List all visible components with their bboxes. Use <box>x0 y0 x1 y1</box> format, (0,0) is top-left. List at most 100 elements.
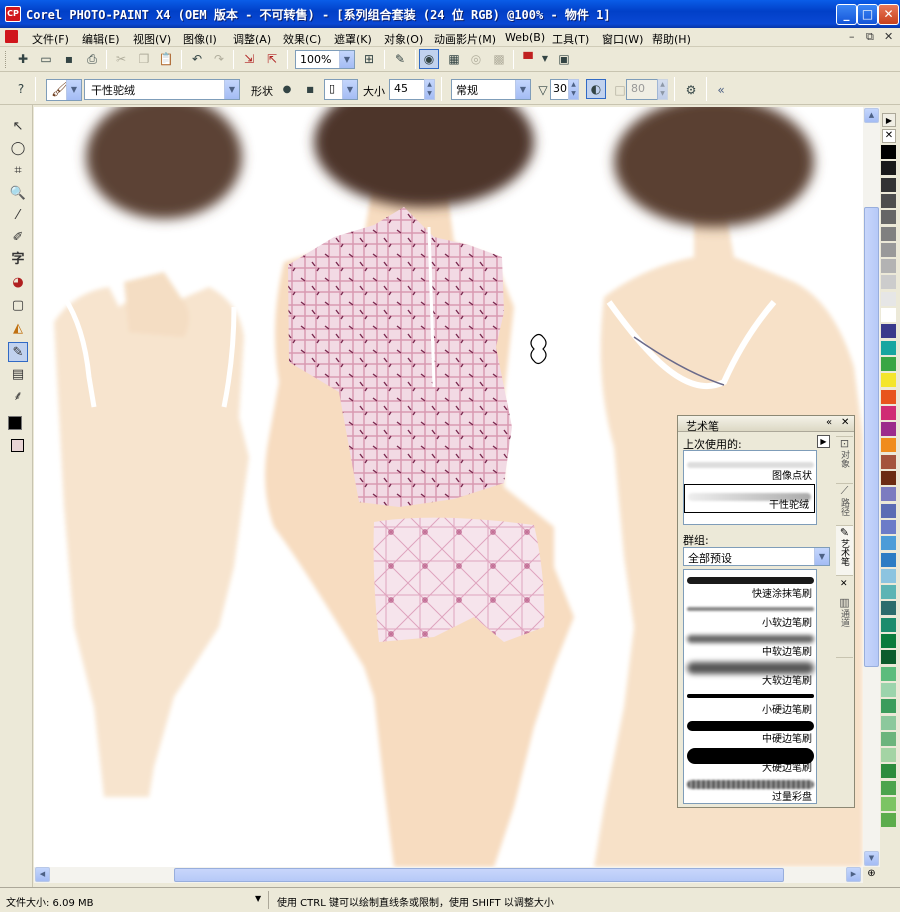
status-dropdown-icon[interactable]: ▼ <box>255 894 261 903</box>
color-swatch[interactable] <box>881 617 896 633</box>
chevron-down-icon[interactable]: ▼ <box>515 80 530 99</box>
color-swatch[interactable] <box>881 226 896 242</box>
menu-view[interactable]: 视图(V) <box>133 31 171 47</box>
open-folder-icon[interactable]: ▭ <box>38 51 54 67</box>
color-swatch[interactable] <box>881 210 896 226</box>
color-swatch[interactable] <box>881 552 896 568</box>
save-icon[interactable]: ▪ <box>61 51 77 67</box>
color-swatch[interactable] <box>881 356 896 372</box>
paste-icon[interactable]: 📋 <box>158 51 174 67</box>
color-swatch[interactable] <box>881 585 896 601</box>
preset-brush-item[interactable]: 快速涂抹笔刷 <box>684 572 816 601</box>
menu-tools[interactable]: 工具(T) <box>552 31 589 47</box>
pick-tool-icon[interactable]: ↖ <box>8 117 28 137</box>
docker-header[interactable]: 艺术笔 « ✕ <box>678 416 854 433</box>
zoom-level-select[interactable]: 100% ▼ <box>295 50 355 69</box>
new-file-icon[interactable]: ✚ <box>15 51 31 67</box>
color-swatch[interactable] <box>881 275 896 291</box>
color-swatch[interactable] <box>881 242 896 258</box>
red-eye-tool-icon[interactable]: ◕ <box>8 273 28 293</box>
horizontal-scroll-thumb[interactable] <box>174 868 784 882</box>
transparency-input[interactable]: 30 <box>550 79 570 100</box>
vertical-scroll-thumb[interactable] <box>864 207 879 667</box>
color-swatch[interactable] <box>881 519 896 535</box>
help-icon[interactable]: ? <box>13 81 29 97</box>
color-swatch[interactable] <box>881 161 896 177</box>
color-swatch[interactable] <box>881 487 896 503</box>
color-swatch[interactable] <box>881 422 896 438</box>
lens-icon[interactable]: ▩ <box>491 51 507 67</box>
preset-brush-item[interactable]: 过量彩盘 <box>684 775 816 803</box>
docker-tab-channels[interactable]: ▥ 通道 <box>836 596 853 658</box>
color-swatch[interactable] <box>881 145 896 160</box>
menu-edit[interactable]: 编辑(E) <box>82 31 120 47</box>
color-swatch[interactable] <box>881 780 896 796</box>
toolbar-grip[interactable] <box>5 51 8 68</box>
recent-brush-item-selected[interactable]: 干性驼绒 <box>684 484 815 513</box>
chevron-down-icon[interactable]: ▼ <box>814 548 829 565</box>
round-shape-icon[interactable]: ● <box>279 82 295 98</box>
scroll-down-icon[interactable]: ▼ <box>816 789 817 803</box>
horizontal-scrollbar[interactable]: ◀ ▶ <box>34 867 863 883</box>
color-swatch[interactable] <box>881 471 896 486</box>
docker-close-icon[interactable]: ✕ <box>841 417 849 428</box>
chevron-down-icon[interactable]: ▼ <box>66 80 81 100</box>
brush-select[interactable]: 干性驼绒 ▼ <box>84 79 240 100</box>
shape-tool-icon[interactable]: ▢ <box>8 296 28 316</box>
size-spinner[interactable]: ▲ ▼ <box>424 79 435 100</box>
preset-brush-item[interactable]: 小硬边笔刷 <box>684 688 816 717</box>
color-swatch[interactable] <box>881 405 896 421</box>
color-swatch[interactable] <box>881 797 896 812</box>
color-swatch[interactable] <box>881 634 896 649</box>
color-swatch[interactable] <box>881 731 896 747</box>
eyedropper-tool-icon[interactable]: ⁄ <box>8 206 28 226</box>
color-swatch[interactable] <box>881 699 896 715</box>
menu-effects[interactable]: 效果(C) <box>283 31 321 47</box>
brush-settings-icon[interactable]: ✎ <box>392 51 408 67</box>
docker-expand-icon[interactable]: « <box>826 417 832 428</box>
menu-mask[interactable]: 遮罩(K) <box>334 31 372 47</box>
menu-help[interactable]: 帮助(H) <box>652 31 691 47</box>
color-swatch[interactable] <box>881 340 896 356</box>
navigator-zoom-icon[interactable]: ⊕ <box>864 868 879 883</box>
import-icon[interactable]: ⇲ <box>241 51 257 67</box>
color-swatch[interactable] <box>881 568 896 584</box>
color-swatch[interactable] <box>881 650 896 666</box>
preset-brush-item[interactable]: 大软边笔刷 <box>684 659 816 688</box>
docker-tab-artistic-brush[interactable]: ✎ 艺术笔 <box>836 526 853 576</box>
scroll-up-icon[interactable]: ▲ <box>864 108 879 123</box>
palette-scroll-icon[interactable]: ▶ <box>882 113 896 127</box>
document-icon[interactable] <box>5 30 18 43</box>
mask-tool-icon[interactable]: ◯ <box>8 139 28 159</box>
scroll-left-icon[interactable]: ◀ <box>35 867 50 882</box>
color-swatch[interactable] <box>881 715 896 731</box>
show-mask-icon[interactable]: ▦ <box>446 51 462 67</box>
color-swatch[interactable] <box>881 308 896 323</box>
effect-tool-icon[interactable]: ▤ <box>8 365 28 385</box>
color-swatch[interactable] <box>881 324 896 340</box>
welcome-screen-icon[interactable]: ▣ <box>556 51 572 67</box>
square-shape-icon[interactable]: ■ <box>302 82 318 98</box>
scroll-up-icon[interactable]: ▲ <box>816 570 817 584</box>
scroll-down-icon[interactable]: ▼ <box>864 851 879 866</box>
maximize-button[interactable]: □ <box>857 4 878 25</box>
no-color-swatch[interactable]: ✕ <box>882 129 896 143</box>
color-swatch[interactable] <box>881 682 896 698</box>
menu-adjust[interactable]: 调整(A) <box>233 31 271 47</box>
mdi-restore-icon[interactable]: ⧉ <box>866 30 874 44</box>
menu-object[interactable]: 对象(O) <box>384 31 423 47</box>
dab-settings-icon[interactable]: ⚙ <box>683 82 699 98</box>
application-launcher-icon[interactable]: ▀ <box>520 51 536 67</box>
undo-icon[interactable]: ↶ <box>189 51 205 67</box>
zoom-tool-icon[interactable]: 🔍 <box>8 184 28 204</box>
chevron-down-icon[interactable]: ▼ <box>339 51 354 68</box>
group-select[interactable]: 全部预设 ▼ <box>683 547 830 566</box>
docker-tab-objects[interactable]: ⊡ 对象 <box>836 436 853 484</box>
mdi-close-icon[interactable]: ✕ <box>884 30 893 43</box>
chevron-down-icon[interactable]: ▼ <box>224 80 239 99</box>
export-icon[interactable]: ⇱ <box>264 51 280 67</box>
mask-overlay-icon[interactable]: ◎ <box>468 51 484 67</box>
crop-tool-icon[interactable]: ⌗ <box>8 161 28 181</box>
tab-close-icon[interactable]: ✕ <box>840 579 848 589</box>
color-swatch[interactable] <box>881 389 896 405</box>
